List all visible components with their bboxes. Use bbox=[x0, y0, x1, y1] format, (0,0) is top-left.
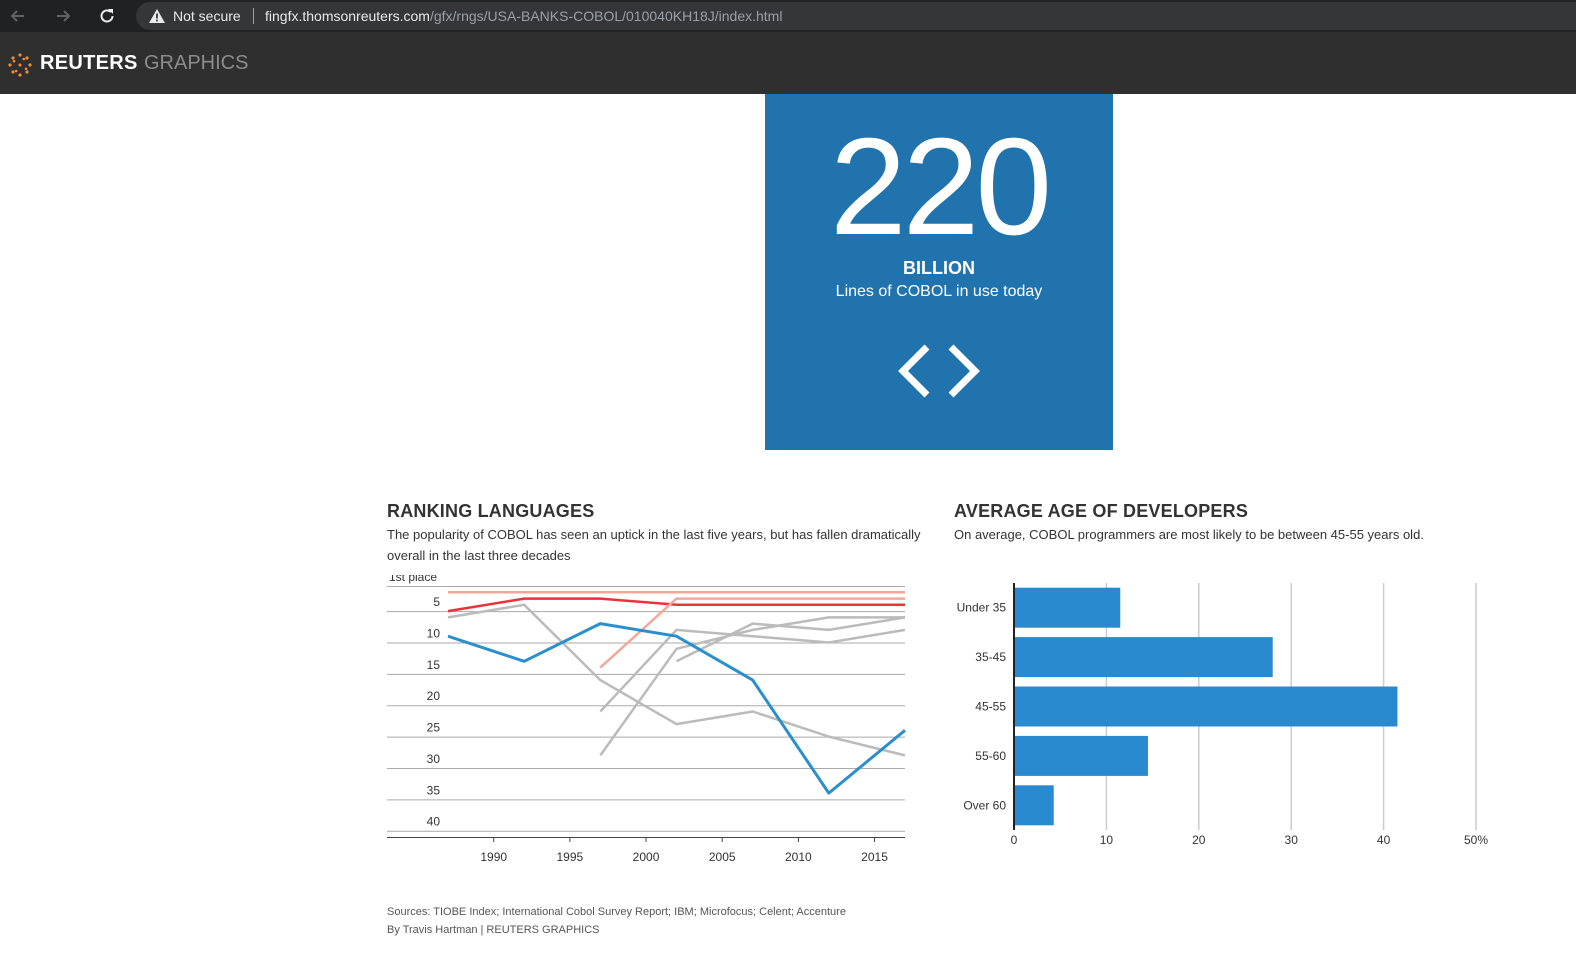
age-x-tick-label: 10 bbox=[1100, 833, 1114, 847]
rank-x-tick-label: 2000 bbox=[633, 850, 660, 864]
reload-icon bbox=[100, 9, 114, 23]
logo-graphics-text[interactable]: GRAPHICS bbox=[144, 52, 248, 75]
ranking-subtitle: The popularity of COBOL has seen an upti… bbox=[387, 524, 921, 566]
site-header: REUTERS GRAPHICS bbox=[0, 32, 1576, 94]
security-status[interactable]: Not secure bbox=[173, 8, 241, 24]
ranking-subtitle-line2: overall in the last three decades bbox=[387, 548, 571, 563]
reload-button[interactable] bbox=[91, 0, 123, 32]
forward-button[interactable] bbox=[47, 0, 79, 32]
age-bar-chart: 0 10 20 30 40 50% Under 35 35-45 45-55 55-60 Over … bbox=[957, 583, 1488, 847]
rank-x-tick-label: 2015 bbox=[861, 850, 888, 864]
age-category-label: Over 60 bbox=[963, 798, 1006, 812]
url-text[interactable]: fingfx.thomsonreuters.com/gfx/rngs/USA-B… bbox=[265, 8, 782, 24]
age-bar bbox=[1014, 735, 1148, 776]
age-bar bbox=[1014, 785, 1054, 826]
language-series-line bbox=[599, 597, 905, 669]
hero-stat-card: 220 BILLION Lines of COBOL in use today bbox=[765, 94, 1113, 450]
hero-number: 220 bbox=[829, 110, 1052, 264]
age-bar bbox=[1014, 587, 1121, 628]
back-button[interactable] bbox=[2, 0, 34, 32]
age-bar bbox=[1014, 637, 1273, 678]
sources-note: Sources: TIOBE Index; International Cobo… bbox=[387, 906, 846, 918]
rank-x-tick-label: 1995 bbox=[557, 850, 584, 864]
rank-x-tick-label: 2010 bbox=[785, 850, 812, 864]
age-subtitle: On average, COBOL programmers are most l… bbox=[954, 527, 1424, 542]
age-x-tick-label: 0 bbox=[1011, 833, 1018, 847]
rank-x-tick-label: 2005 bbox=[709, 850, 736, 864]
url-divider bbox=[253, 8, 254, 24]
age-title: AVERAGE AGE OF DEVELOPERS bbox=[954, 501, 1249, 521]
url-host: fingfx.thomsonreuters.com bbox=[265, 8, 430, 24]
warning-icon bbox=[149, 9, 165, 23]
rank-y-tick-label: 5 bbox=[433, 595, 440, 609]
rank-y-tick-label: 10 bbox=[427, 626, 441, 640]
back-arrow-icon bbox=[10, 10, 24, 22]
hero-unit: BILLION bbox=[903, 258, 975, 278]
url-path: /gfx/rngs/USA-BANKS-COBOL/010040KH18J/in… bbox=[429, 8, 783, 24]
browser-toolbar: Not secure fingfx.thomsonreuters.com/gfx… bbox=[0, 0, 1576, 32]
rank-y-tick-label: 30 bbox=[427, 752, 441, 766]
rank-y-tick-label: 15 bbox=[427, 658, 441, 672]
rank-x-tick-label: 1990 bbox=[480, 850, 507, 864]
age-category-label: 55-60 bbox=[975, 749, 1006, 763]
age-bar bbox=[1014, 686, 1398, 727]
byline: By Travis Hartman | REUTERS GRAPHICS bbox=[387, 924, 600, 936]
age-category-label: Under 35 bbox=[957, 601, 1007, 615]
reuters-logo-icon[interactable] bbox=[7, 52, 33, 78]
rank-y-tick-label: 40 bbox=[427, 815, 441, 829]
rank-y-tick-label: 35 bbox=[427, 783, 441, 797]
ranking-subtitle-line1: The popularity of COBOL has seen an upti… bbox=[387, 527, 921, 542]
age-x-tick-label: 40 bbox=[1377, 833, 1391, 847]
rank-y-tick-label: 20 bbox=[427, 689, 441, 703]
address-bar[interactable]: Not secure fingfx.thomsonreuters.com/gfx… bbox=[136, 2, 1576, 30]
logo-reuters-text[interactable]: REUTERS bbox=[40, 52, 138, 75]
ranking-line-chart: 1st place 5 10 15 20 25 30 35 40 1990 1995 2000 2005… bbox=[387, 575, 906, 864]
rank-y-tick-label: 25 bbox=[427, 721, 441, 735]
rank-y-tick-label: 1st place bbox=[389, 575, 437, 584]
code-brackets-icon bbox=[898, 344, 980, 398]
age-category-label: 35-45 bbox=[975, 650, 1006, 664]
age-x-tick-label: 50% bbox=[1464, 833, 1488, 847]
age-category-label: 45-55 bbox=[975, 700, 1006, 714]
age-x-tick-label: 30 bbox=[1285, 833, 1299, 847]
hero-description: Lines of COBOL in use today bbox=[835, 283, 1043, 300]
ranking-title: RANKING LANGUAGES bbox=[387, 501, 595, 521]
language-series-line bbox=[599, 628, 906, 713]
forward-arrow-icon bbox=[57, 10, 71, 22]
age-x-tick-label: 20 bbox=[1192, 833, 1206, 847]
